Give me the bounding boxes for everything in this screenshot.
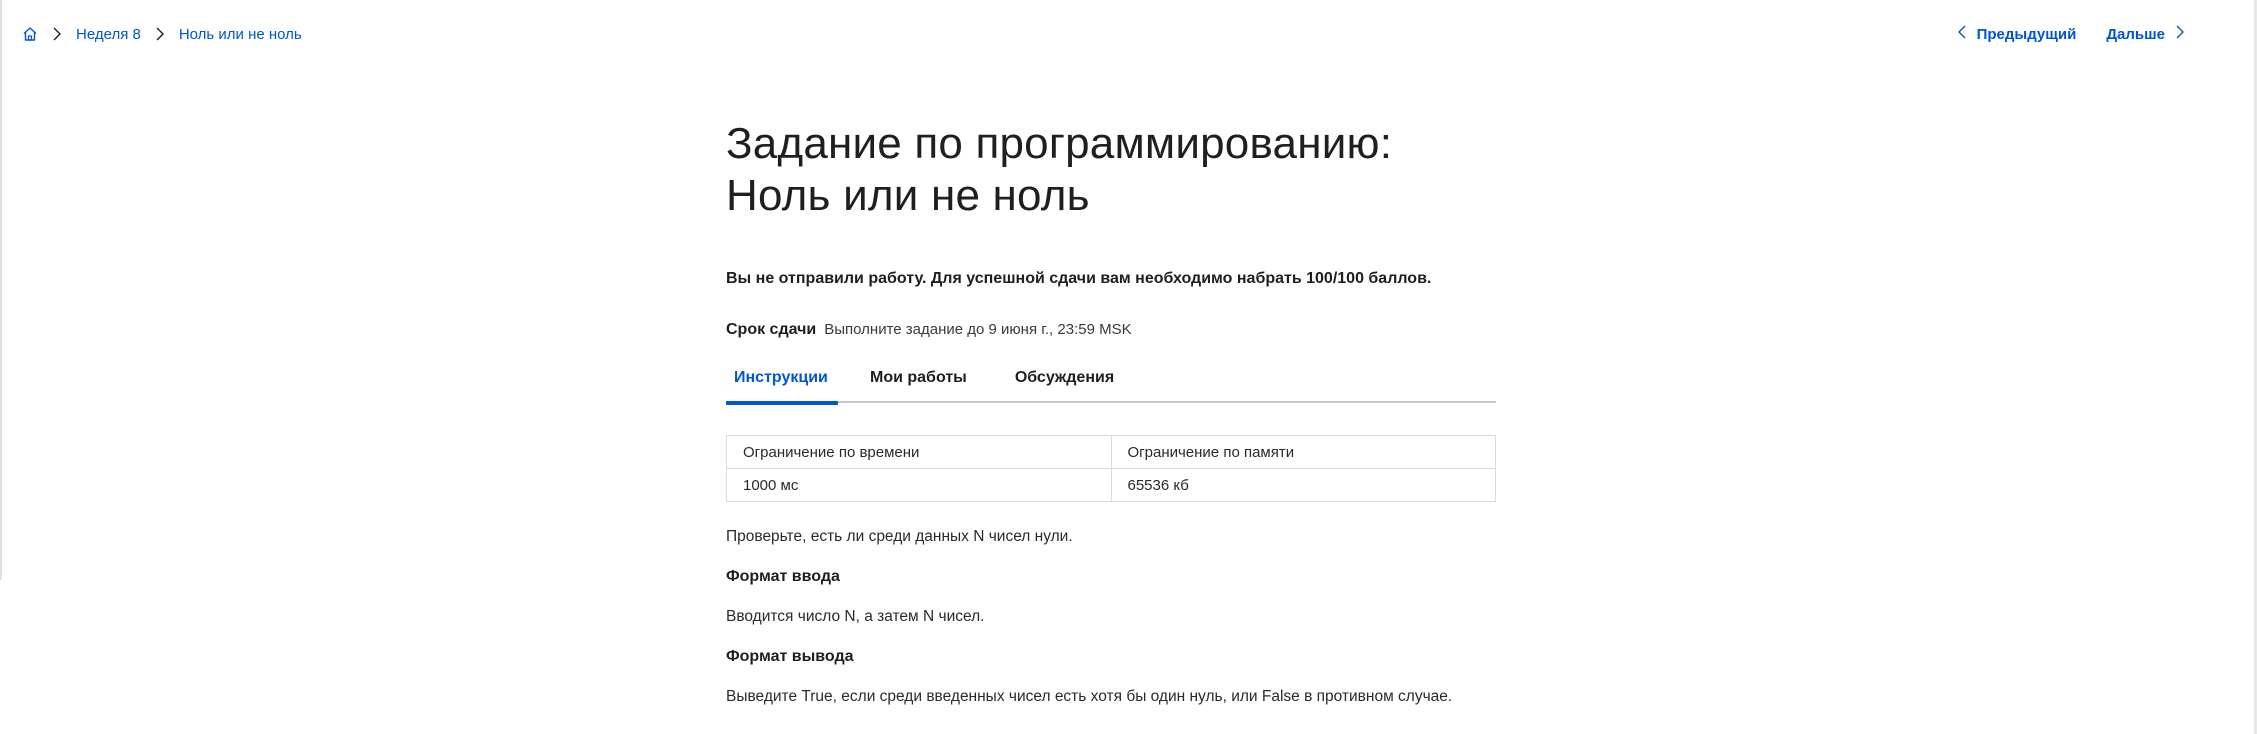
breadcrumb-item-week[interactable]: Неделя 8: [76, 26, 141, 43]
chevron-right-icon: [155, 27, 165, 41]
pager: Предыдущий Дальше: [1957, 22, 2185, 46]
chevron-right-icon: [52, 27, 62, 41]
page-title: Задание по программированию: Ноль или не…: [726, 119, 1393, 220]
breadcrumb-item-current[interactable]: Ноль или не ноль: [179, 26, 302, 43]
previous-button[interactable]: Предыдущий: [1957, 25, 2077, 43]
table-header-row: Ограничение по времени Ограничение по па…: [726, 435, 1496, 469]
tab-discussions[interactable]: Обсуждения: [1015, 367, 1114, 403]
submission-status: Вы не отправили работу. Для успешной сда…: [726, 270, 1432, 287]
deadline-label: Срок сдачи: [726, 321, 817, 338]
input-format-text: Вводится число N, а затем N чисел.: [726, 608, 985, 625]
input-format-heading: Формат ввода: [726, 568, 840, 585]
chevron-right-icon: [2175, 25, 2185, 43]
deadline: Срок сдачи Выполните задание до 9 июня г…: [726, 321, 1496, 339]
main-content: Задание по программированию: Ноль или не…: [726, 118, 1496, 706]
output-format-text: Выведите True, если среди введенных чисе…: [726, 688, 1453, 705]
tabs: Инструкции Мои работы Обсуждения: [726, 367, 1496, 405]
table-cell-memory: 65536 кб: [1110, 468, 1496, 502]
table-header-memory: Ограничение по памяти: [1110, 435, 1496, 469]
previous-label: Предыдущий: [1976, 25, 2077, 43]
left-edge-divider: [0, 0, 2, 580]
limits-table: Ограничение по времени Ограничение по па…: [726, 435, 1496, 502]
page: Неделя 8 Ноль или не ноль Предыдущий Дал…: [0, 0, 2257, 734]
deadline-value: Выполните задание до 9 июня г., 23:59 MS…: [824, 321, 1132, 338]
breadcrumb: Неделя 8 Ноль или не ноль: [22, 22, 302, 46]
output-format-heading: Формат вывода: [726, 648, 854, 665]
next-label: Дальше: [2106, 25, 2165, 43]
table-row: 1000 мс 65536 кб: [726, 468, 1496, 502]
table-header-time: Ограничение по времени: [726, 435, 1112, 469]
problem-statement: Проверьте, есть ли среди данных N чисел …: [726, 528, 1073, 545]
home-icon[interactable]: [22, 26, 38, 42]
next-button[interactable]: Дальше: [2106, 25, 2185, 43]
tab-instructions[interactable]: Инструкции: [726, 367, 838, 405]
chevron-left-icon: [1957, 25, 1967, 43]
tab-my-submissions[interactable]: Мои работы: [870, 367, 967, 403]
table-cell-time: 1000 мс: [726, 468, 1112, 502]
